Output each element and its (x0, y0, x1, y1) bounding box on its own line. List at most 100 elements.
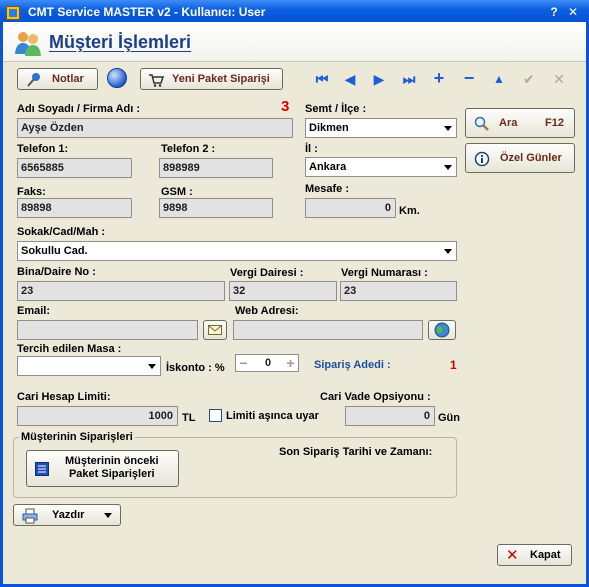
tax-office-field[interactable]: 32 (229, 281, 337, 301)
post-record-icon[interactable]: ✔ (521, 71, 537, 87)
order-count-value: 1 (450, 358, 457, 372)
edit-record-icon[interactable]: ▲ (491, 71, 507, 87)
next-record-icon[interactable]: ▶ (371, 71, 387, 87)
notes-label: Notlar (52, 73, 84, 85)
gsm-field[interactable]: 9898 (159, 198, 273, 218)
search-shortcut: F12 (545, 117, 564, 129)
chevron-down-icon (104, 513, 112, 518)
name-label: Adı Soyadı / Firma Adı : (17, 103, 141, 115)
city-value: Ankara (309, 161, 347, 173)
distance-field[interactable]: 0 (305, 198, 396, 218)
notes-button[interactable]: Notlar (17, 68, 98, 90)
credit-limit-label: Cari Hesap Limiti: (17, 391, 111, 403)
decrement-icon[interactable]: − (236, 355, 251, 371)
tax-number-label: Vergi Numarası : (341, 267, 428, 279)
name-field[interactable]: Ayşe Özden (17, 118, 293, 138)
fax-label: Faks: (17, 186, 46, 198)
customer-orders-title: Müşterinin Siparişleri (19, 431, 135, 443)
due-option-field[interactable]: 0 (345, 406, 435, 426)
main-window: CMT Service MASTER v2 - Kullanıcı: User … (0, 0, 589, 587)
customers-icon (15, 32, 41, 56)
cart-icon (149, 74, 164, 87)
info-icon (474, 151, 490, 167)
web-field[interactable] (233, 320, 423, 340)
close-label: Kapat (530, 549, 561, 561)
street-value: Sokullu Cad. (21, 245, 88, 257)
close-button[interactable]: ✕ Kapat (497, 544, 572, 566)
email-label: Email: (17, 305, 51, 317)
envelope-icon (208, 325, 222, 335)
building-label: Bina/Daire No : (17, 266, 96, 278)
previous-orders-label: Müşterinin önceki Paket Siparişleri (65, 455, 159, 481)
limit-warning-checkbox[interactable] (209, 409, 222, 422)
discount-spinner[interactable]: − 0 + (235, 354, 299, 372)
district-label: Semt / İlçe : (305, 103, 367, 115)
last-order-datetime-label: Son Sipariş Tarihi ve Zamanı: (279, 446, 433, 458)
search-label: Ara (499, 117, 518, 129)
due-option-label: Cari Vade Opsiyonu : (320, 391, 431, 403)
new-package-order-label: Yeni Paket Siparişi (172, 73, 270, 85)
previous-record-icon[interactable]: ◀ (342, 71, 358, 87)
increment-icon[interactable]: + (283, 355, 298, 371)
tax-office-label: Vergi Dairesi : (230, 267, 304, 279)
close-window-button[interactable]: ✕ (566, 5, 580, 19)
phone1-field[interactable]: 6565885 (17, 158, 132, 178)
print-label: Yazdır (52, 509, 85, 521)
district-value: Dikmen (309, 122, 349, 134)
preferred-table-label: Tercih edilen Masa : (17, 343, 122, 355)
app-icon (6, 6, 20, 20)
previous-orders-line2: Paket Siparişleri (68, 468, 155, 480)
city-select[interactable]: Ankara (305, 157, 457, 177)
list-icon (35, 462, 49, 476)
phone1-label: Telefon 1: (17, 143, 69, 155)
special-days-label: Özel Günler (500, 152, 562, 164)
street-label: Sokak/Cad/Mah : (17, 226, 106, 238)
preferred-table-select[interactable] (17, 356, 161, 376)
search-button[interactable]: Ara F12 (465, 108, 575, 138)
send-email-button[interactable] (203, 320, 227, 340)
web-label: Web Adresi: (235, 305, 299, 317)
help-button[interactable]: ? (547, 5, 561, 19)
cancel-record-icon[interactable]: ✕ (551, 71, 567, 87)
special-days-button[interactable]: Özel Günler (465, 143, 575, 173)
due-unit: Gün (438, 412, 460, 424)
previous-package-orders-button[interactable]: Müşterinin önceki Paket Siparişleri (26, 450, 179, 487)
limit-warning-label: Limiti aşınca uyar (226, 410, 319, 422)
page-title: Müşteri İşlemleri (49, 32, 192, 52)
add-record-icon[interactable]: + (431, 69, 447, 87)
print-button[interactable]: Yazdır (13, 504, 121, 526)
fax-field[interactable]: 89898 (17, 198, 132, 218)
last-record-icon[interactable]: ⏭ (401, 71, 417, 87)
new-package-order-button[interactable]: Yeni Paket Siparişi (140, 68, 283, 90)
close-x-icon: ✕ (506, 547, 519, 564)
chevron-down-icon (148, 364, 156, 369)
email-field[interactable] (17, 320, 198, 340)
distance-unit: Km. (399, 205, 420, 217)
search-icon (474, 116, 489, 131)
delete-record-icon[interactable]: − (461, 69, 477, 87)
open-website-button[interactable] (428, 320, 456, 340)
previous-orders-line1: Müşterinin önceki (65, 455, 159, 467)
credit-limit-field[interactable]: 1000 (17, 406, 178, 426)
discount-label: İskonto : % (166, 362, 225, 374)
discount-value: 0 (264, 357, 272, 369)
tax-number-field[interactable]: 23 (340, 281, 457, 301)
content-area: Müşteri İşlemleri Notlar Yeni Paket Sipa… (3, 22, 586, 584)
phone2-field[interactable]: 898989 (159, 158, 273, 178)
distance-label: Mesafe : (305, 183, 350, 195)
gsm-label: GSM : (161, 186, 193, 198)
pin-icon (27, 73, 40, 87)
page-header: Müşteri İşlemleri (3, 22, 586, 62)
printer-icon (22, 508, 38, 524)
street-select[interactable]: Sokullu Cad. (17, 241, 457, 261)
phone2-label: Telefon 2 : (161, 143, 216, 155)
chevron-down-icon (444, 249, 452, 254)
globe-ball-icon[interactable] (106, 67, 128, 89)
building-field[interactable]: 23 (17, 281, 225, 301)
city-label: İl : (305, 143, 318, 155)
chevron-down-icon (444, 126, 452, 131)
first-record-icon[interactable]: ⏮ (314, 71, 330, 87)
credit-unit: TL (182, 412, 196, 424)
window-title: CMT Service MASTER v2 - Kullanıcı: User (28, 5, 266, 19)
district-select[interactable]: Dikmen (305, 118, 457, 138)
